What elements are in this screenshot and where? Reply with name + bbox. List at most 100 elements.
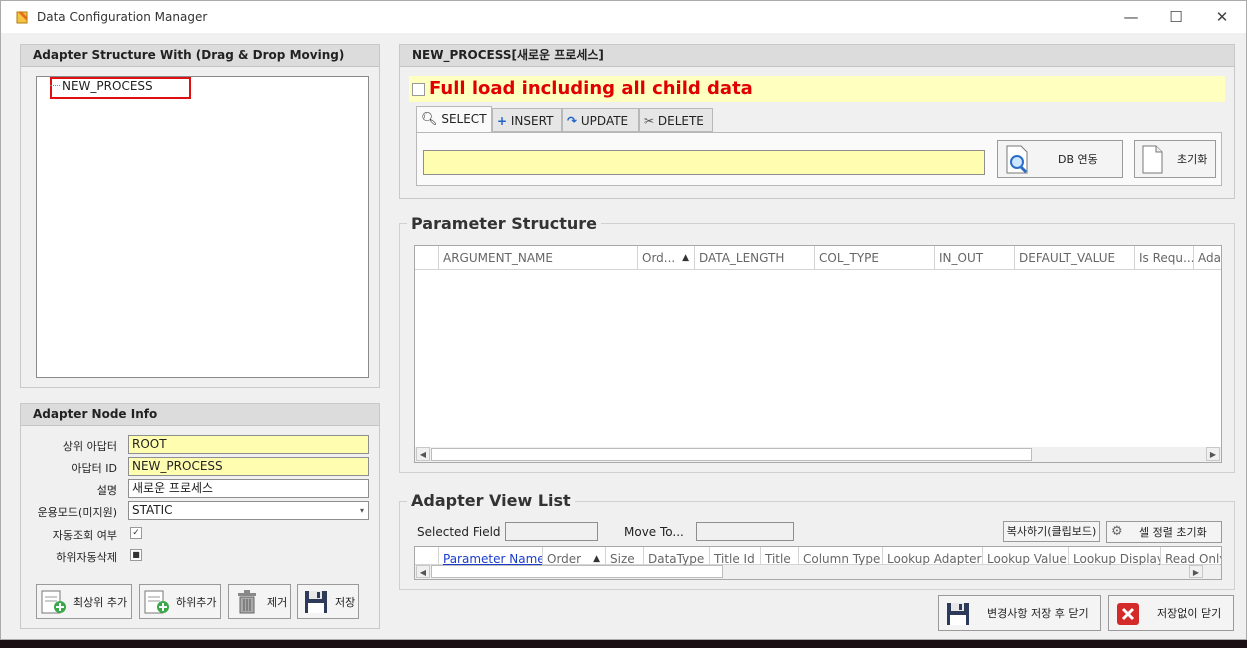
app-icon (16, 11, 28, 24)
tab-insert[interactable]: + INSERT (492, 108, 562, 132)
save-and-close-label: 변경사항 저장 후 닫기 (987, 607, 1089, 620)
tab-delete[interactable]: ✂ DELETE (639, 108, 713, 132)
column-header[interactable]: DEFAULT_VALUE (1015, 246, 1135, 270)
operation-mode-label: 운용모드(미지원) (37, 506, 117, 519)
selected-field-label: Selected Field (417, 525, 501, 539)
dropdown-arrow-icon: ▾ (359, 506, 364, 515)
adapter-view-grid[interactable]: Parameter Name Order ▲ Size DataType Tit… (414, 546, 1222, 580)
scissors-icon: ✂ (644, 114, 655, 128)
column-header[interactable]: Read Only (1161, 547, 1221, 567)
tab-update[interactable]: ↷ UPDATE (562, 108, 639, 132)
process-header: NEW_PROCESS[새로운 프로세스] (400, 45, 1234, 67)
parameter-grid[interactable]: ARGUMENT_NAME Ord... ▲ DATA_LENGTH COL_T… (414, 245, 1222, 463)
main-window: Data Configuration Manager — ☐ ✕ Adapter… (0, 0, 1247, 640)
operation-mode-select[interactable]: STATIC ▾ (128, 501, 369, 520)
column-header[interactable]: COL_TYPE (815, 246, 935, 270)
column-header[interactable]: Ord... ▲ (638, 246, 695, 270)
adapter-view-grid-hscrollbar[interactable]: ◀ ▶ (415, 565, 1221, 579)
description-field[interactable]: 새로운 프로세스 (128, 479, 369, 498)
column-header[interactable]: Title Id (710, 547, 761, 567)
copy-clipboard-button[interactable]: 복사하기(클립보드) (1003, 521, 1100, 542)
parameter-grid-header: ARGUMENT_NAME Ord... ▲ DATA_LENGTH COL_T… (415, 246, 1221, 270)
close-without-saving-label: 저장없이 닫기 (1157, 607, 1222, 620)
column-header[interactable]: ARGUMENT_NAME (439, 246, 638, 270)
add-top-button[interactable]: 최상위 추가 (36, 584, 132, 619)
tab-update-label: UPDATE (580, 114, 629, 128)
full-load-checkbox[interactable] (412, 83, 425, 96)
tab-select[interactable]: 🔍︎ SELECT (416, 106, 492, 133)
tree-item[interactable]: NEW_PROCESS (62, 79, 153, 93)
scroll-thumb[interactable] (431, 448, 1032, 461)
child-auto-delete-label: 하위자동삭제 (56, 551, 117, 564)
column-header[interactable]: Is Requ... (1135, 246, 1194, 270)
scroll-thumb[interactable] (431, 565, 723, 578)
column-header[interactable]: Title (761, 547, 799, 567)
blank-document-icon (1142, 145, 1163, 174)
child-auto-delete-checkbox[interactable]: ■ (130, 549, 142, 561)
column-header[interactable]: Lookup Value (983, 547, 1069, 567)
column-header[interactable]: Lookup Display (1069, 547, 1161, 567)
reset-button[interactable]: 초기화 (1134, 140, 1216, 178)
tab-delete-label: DELETE (657, 114, 704, 128)
scroll-right-arrow[interactable]: ▶ (1189, 565, 1203, 578)
remove-button[interactable]: 제거 (228, 584, 291, 619)
operation-mode-value: STATIC (132, 503, 173, 517)
adapter-structure-panel: Adapter Structure With (Drag & Drop Movi… (20, 44, 380, 388)
close-without-saving-button[interactable]: 저장없이 닫기 (1108, 595, 1234, 631)
description-label: 설명 (96, 484, 117, 497)
reset-label: 초기화 (1177, 153, 1208, 166)
scroll-right-arrow[interactable]: ▶ (1206, 447, 1220, 461)
add-child-icon (144, 590, 169, 614)
tree-connector (50, 85, 60, 86)
column-header[interactable]: Adap (1194, 246, 1221, 270)
column-header[interactable]: Parameter Name (439, 547, 543, 567)
scroll-left-arrow[interactable]: ◀ (416, 447, 430, 461)
floppy-disk-icon (305, 591, 327, 613)
title-bar: Data Configuration Manager — ☐ ✕ (1, 1, 1246, 33)
cell-sort-reset-button[interactable]: ⚙ 셀 정렬 초기화 (1106, 521, 1222, 543)
row-indicator-header (415, 547, 439, 567)
adapter-tree[interactable]: NEW_PROCESS (36, 76, 369, 378)
full-load-label: Full load including all child data (429, 78, 753, 99)
column-header[interactable]: Order ▲ (543, 547, 606, 567)
search-icon: 🔍︎ (421, 112, 438, 127)
auto-query-label: 자동조회 여부 (52, 529, 117, 542)
adapter-id-label: 아답터 ID (71, 462, 117, 475)
column-header[interactable]: Lookup Adapter (883, 547, 983, 567)
add-child-button[interactable]: 하위추가 (139, 584, 221, 619)
column-header[interactable]: IN_OUT (935, 246, 1015, 270)
parent-adapter-label: 상위 아답터 (62, 440, 117, 453)
close-button[interactable]: ✕ (1199, 5, 1245, 29)
minimize-button[interactable]: — (1108, 5, 1154, 29)
save-and-close-button[interactable]: 변경사항 저장 후 닫기 (938, 595, 1101, 631)
parameter-structure-title: Parameter Structure (407, 214, 601, 233)
move-to-label: Move To... (624, 525, 684, 539)
column-header[interactable]: Column Type (799, 547, 883, 567)
parent-adapter-field[interactable]: ROOT (128, 435, 369, 454)
add-document-icon (41, 590, 66, 614)
scroll-left-arrow[interactable]: ◀ (416, 565, 430, 578)
maximize-button[interactable]: ☐ (1153, 5, 1199, 29)
adapter-id-field[interactable]: NEW_PROCESS (128, 457, 369, 476)
adapter-structure-header: Adapter Structure With (Drag & Drop Movi… (21, 45, 379, 67)
parameter-grid-hscrollbar[interactable]: ◀ ▶ (415, 447, 1221, 462)
adapter-view-grid-header: Parameter Name Order ▲ Size DataType Tit… (415, 547, 1221, 567)
save-button[interactable]: 저장 (297, 584, 359, 619)
document-search-icon (1006, 145, 1028, 174)
auto-query-checkbox[interactable]: ✓ (130, 527, 142, 539)
adapter-node-info-header: Adapter Node Info (21, 404, 379, 426)
column-header[interactable]: DATA_LENGTH (695, 246, 815, 270)
db-link-button[interactable]: DB 연동 (997, 140, 1123, 178)
remove-label: 제거 (267, 595, 288, 609)
column-header[interactable]: DataType (644, 547, 710, 567)
cancel-x-icon (1117, 603, 1139, 625)
query-input[interactable] (423, 150, 985, 175)
column-header[interactable]: Size (606, 547, 644, 567)
move-to-input[interactable] (696, 522, 794, 541)
row-indicator-header (415, 246, 439, 270)
selected-field-input[interactable] (505, 522, 598, 541)
adapter-view-list-title: Adapter View List (407, 491, 575, 510)
tab-select-label: SELECT (441, 112, 487, 126)
column-header-label: Ord... (642, 251, 676, 265)
gears-icon: ⚙ (1111, 524, 1123, 539)
